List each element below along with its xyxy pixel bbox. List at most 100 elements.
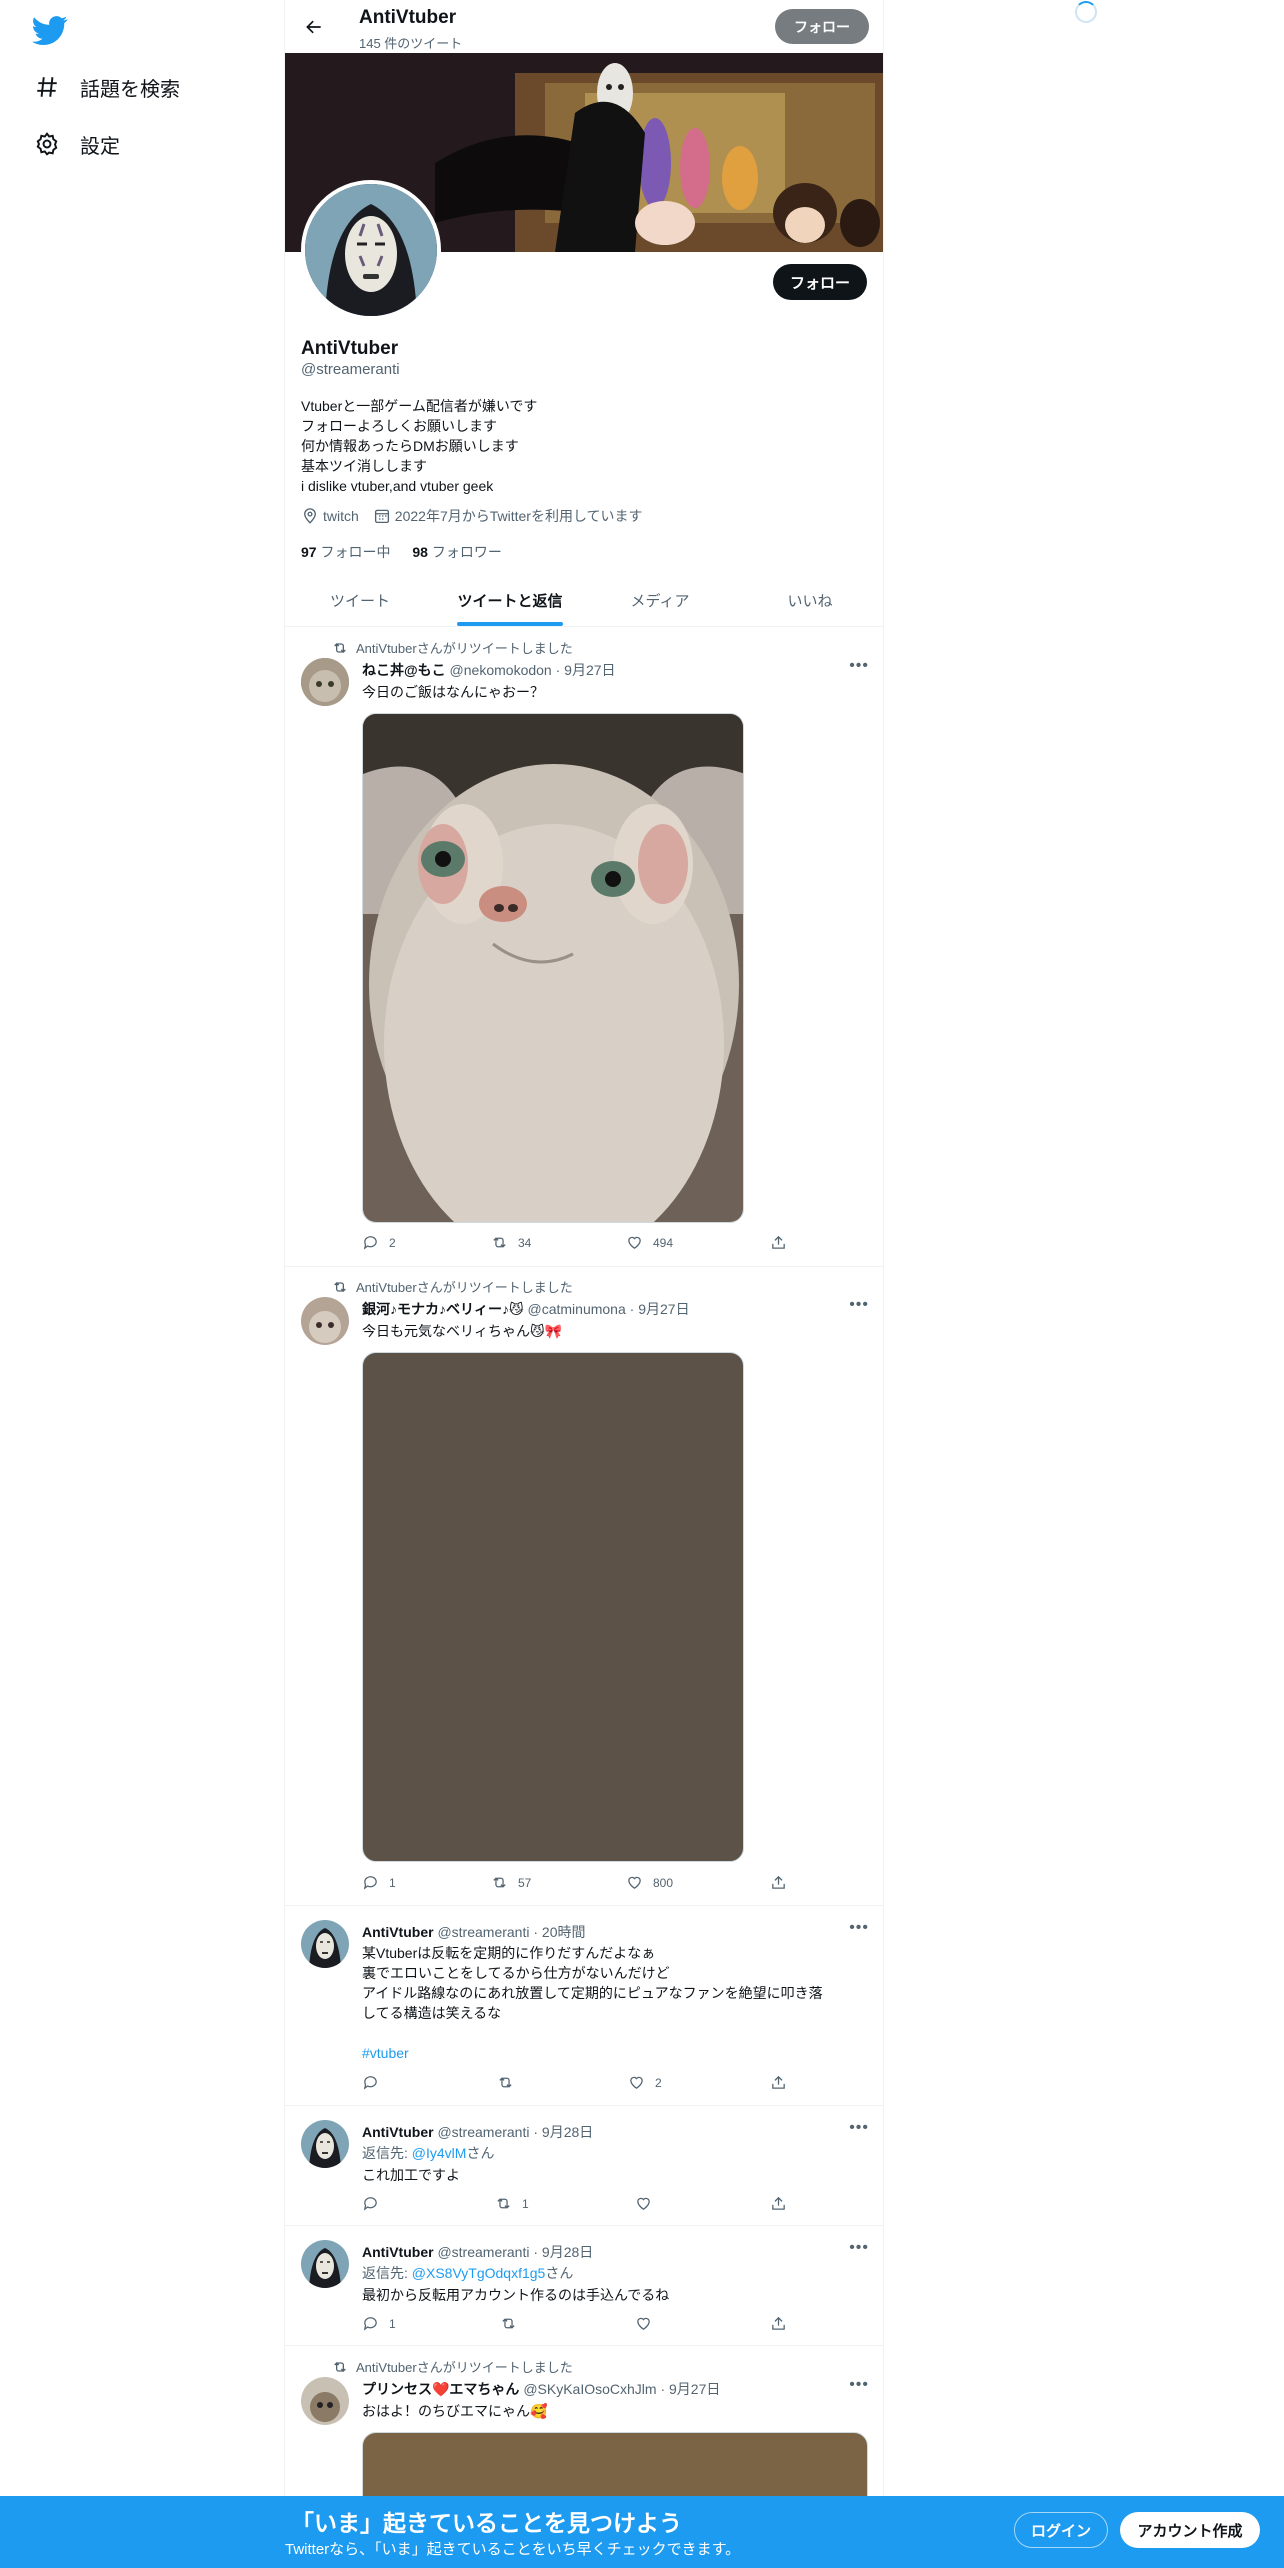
tweet-avatar[interactable] [301,2240,349,2288]
hashtag-icon [37,77,57,97]
like-button[interactable] [635,2195,662,2212]
bio-line: 基本ツイ消しします [301,458,427,474]
tweet-author-handle[interactable]: @streameranti [437,1924,529,1940]
share-icon [772,2196,785,2210]
retweet-icon [334,642,346,653]
reply-to-link[interactable]: @Iy4vlM [412,2145,467,2161]
reply-button[interactable]: 2 [362,1234,396,1251]
tweet-date[interactable]: · 9月27日 [556,662,616,678]
tweet-date[interactable]: · 9月27日 [630,1301,690,1317]
tweet-text-line: 裏でエロいことをしてるから仕方がないんだけど [362,1965,670,1981]
reply-button[interactable]: 1 [362,2315,396,2332]
back-button[interactable] [297,10,331,44]
more-options-icon[interactable]: ••• [849,2239,869,2257]
twitter-logo-icon[interactable] [32,12,68,48]
following-link[interactable]: 97 フォロー中 [301,544,390,560]
following-count: 97 [301,544,317,560]
tweet-date[interactable]: · 20時間 [533,1924,585,1940]
reply-icon [363,2197,377,2211]
tweet-video[interactable] [362,1352,744,1862]
tab-likes[interactable]: いいね [735,574,883,626]
like-button[interactable]: 494 [626,1234,673,1251]
heart-icon [637,2317,650,2330]
reply-icon [363,1236,377,1250]
create-account-button[interactable]: アカウント作成 [1120,2512,1260,2548]
like-button[interactable]: 2 [628,2074,662,2091]
share-button[interactable] [770,2195,797,2212]
tweet[interactable]: AntiVtuber @streameranti · 9月28日 ••• 返信先… [285,2106,883,2226]
tweet-author-name[interactable]: 銀河♪モナカ♪ベリィー♪😼 [362,1301,524,1317]
retweet-button[interactable] [497,2074,524,2091]
tab-media[interactable]: メディア [585,574,735,626]
share-button[interactable] [770,1874,797,1891]
followers-link[interactable]: 98 フォロワー [412,544,501,560]
more-options-icon[interactable]: ••• [849,1919,869,1937]
more-options-icon[interactable]: ••• [849,2119,869,2137]
tweet[interactable]: AntiVtuber @streameranti · 20時間 ••• 某Vtu… [285,1906,883,2106]
tweet-text-line: 今日も元気なベリィちゃん😼🎀 [362,1323,563,1339]
tab-tweets[interactable]: ツイート [285,574,435,626]
profile-avatar[interactable] [301,180,441,320]
tweet-author-name[interactable]: ねこ丼@もこ [362,662,446,678]
tweet-avatar[interactable] [301,658,349,706]
tweet-author-handle[interactable]: @streameranti [437,2124,529,2140]
like-button[interactable]: 800 [626,1874,673,1891]
tweet-date[interactable]: · 9月28日 [533,2124,593,2140]
reply-button[interactable] [362,2195,389,2212]
tweet-avatar[interactable] [301,1297,349,1345]
retweet-button[interactable]: 34 [491,1234,531,1251]
tweet-author-name[interactable]: AntiVtuber [362,1924,434,1940]
share-button[interactable] [770,1234,797,1251]
like-button[interactable] [635,2315,662,2332]
tweet-author-name[interactable]: AntiVtuber [362,2244,434,2260]
profile-meta: twitch 2022年7月からTwitterを利用しています [301,506,643,526]
tweet[interactable]: AntiVtuberさんがリツイートしました 銀河♪モナカ♪ベリィー♪😼 @ca… [285,1267,883,1906]
bio-line: 何か情報あったらDMお願いします [301,438,519,454]
reply-to-link[interactable]: @XS8VyTgOdqxf1g5 [412,2265,546,2281]
profile-name: AntiVtuber [301,338,399,359]
header-follow-button[interactable]: フォロー [775,9,869,44]
heart-icon [630,2076,643,2089]
more-options-icon[interactable]: ••• [849,657,869,675]
tweet-date[interactable]: · 9月27日 [660,2381,720,2397]
hashtag-link[interactable]: #vtuber [362,2043,823,2063]
retweet-label: AntiVtuberさんがリツイートしました [356,2360,573,2375]
tweet[interactable]: AntiVtuberさんがリツイートしました ねこ丼@もこ @nekomokod… [285,627,883,1267]
retweet-button[interactable]: 1 [495,2195,529,2212]
nav-explore[interactable]: 話題を検索 [34,67,180,107]
tweet-date[interactable]: · 9月28日 [533,2244,593,2260]
share-button[interactable] [770,2315,797,2332]
reply-button[interactable] [362,2074,389,2091]
bio-line: Vtuberと一部ゲーム配信者が嫌いです [301,398,538,414]
reply-button[interactable]: 1 [362,1874,396,1891]
tweet-author-handle[interactable]: @catminumona [528,1301,626,1317]
retweet-button[interactable] [500,2315,527,2332]
tweet-author-handle[interactable]: @SKyKaIOsoCxhJlm [523,2381,656,2397]
tweet-author-handle[interactable]: @nekomokodon [450,662,552,678]
tab-tweets-and-replies[interactable]: ツイートと返信 [435,574,585,626]
tweet-photo[interactable] [362,713,744,1223]
reply-icon [363,1876,377,1890]
share-button[interactable] [770,2074,797,2091]
tweet-author-name[interactable]: プリンセス❤️エマちゃん [362,2381,519,2397]
tweet-avatar[interactable] [301,2377,349,2425]
tweet-author-name[interactable]: AntiVtuber [362,2124,434,2140]
tweet[interactable]: AntiVtuber @streameranti · 9月28日 ••• 返信先… [285,2226,883,2346]
tweet-text: おはよ！のちびエマにゃん🥰 [362,2401,547,2421]
nav-settings[interactable]: 設定 [34,124,120,164]
tweet-text-line: 今日のご飯はなんにゃおー？ [362,684,544,700]
gear-icon [36,132,58,156]
retweet-count: 34 [518,1235,532,1250]
login-button[interactable]: ログイン [1014,2512,1108,2548]
tweet-avatar[interactable] [301,2120,349,2168]
retweet-button[interactable]: 57 [491,1874,531,1891]
like-count: 800 [653,1875,674,1890]
tweet-header: AntiVtuber @streameranti · 9月28日 [362,2242,593,2262]
tweet-avatar[interactable] [301,1920,349,1968]
more-options-icon[interactable]: ••• [849,1296,869,1314]
more-options-icon[interactable]: ••• [849,2376,869,2394]
tweet-author-handle[interactable]: @streameranti [437,2244,529,2260]
reply-prefix: 返信先: [362,2265,412,2281]
reply-icon [363,2076,377,2090]
follow-button[interactable]: フォロー [773,264,867,300]
